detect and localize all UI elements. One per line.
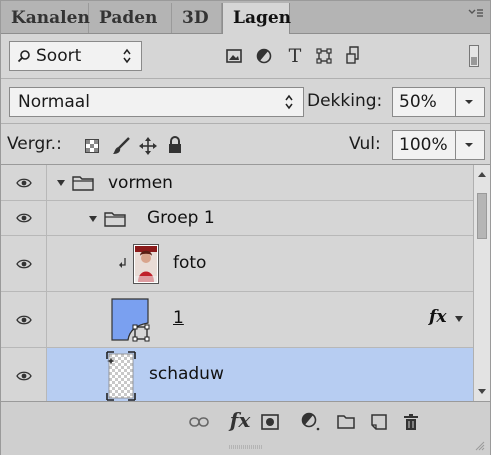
layer-row-1[interactable]: 1 fx: [1, 292, 473, 348]
link-layers-icon[interactable]: [187, 412, 211, 432]
layer-list-scrollbar[interactable]: [473, 165, 490, 401]
opacity-field[interactable]: 50%: [392, 87, 485, 117]
fill-field[interactable]: 100%: [392, 130, 485, 160]
folder-icon: [71, 174, 95, 192]
updown-arrows-icon: [282, 93, 296, 111]
opacity-dropdown-icon[interactable]: [460, 96, 478, 108]
scroll-up-icon[interactable]: [477, 169, 487, 179]
lock-position-move-icon[interactable]: [138, 136, 158, 156]
lock-pixels-brush-icon[interactable]: [111, 136, 131, 156]
new-layer-icon[interactable]: [368, 412, 390, 432]
tab-kanalen[interactable]: Kanalen: [1, 3, 90, 33]
blend-mode-select[interactable]: Normaal: [9, 87, 304, 117]
fill-value: 100%: [399, 135, 448, 155]
visibility-eye-icon[interactable]: [1, 348, 47, 401]
layer-row-schaduw[interactable]: schaduw: [1, 348, 473, 401]
layer-name: Groep 1: [147, 208, 215, 228]
layers-footer-toolbar: fx: [1, 401, 490, 455]
search-icon: [16, 48, 32, 64]
opacity-value: 50%: [399, 92, 437, 112]
opacity-label: Dekking:: [307, 91, 383, 111]
visibility-eye-icon[interactable]: [1, 165, 47, 200]
fill-dropdown-icon[interactable]: [460, 139, 478, 151]
type-filter-icon[interactable]: T: [284, 45, 306, 67]
layer-row-foto[interactable]: foto: [1, 236, 473, 292]
new-adjustment-layer-icon[interactable]: [299, 411, 323, 433]
photo-thumbnail: [132, 243, 160, 285]
add-layer-style-fx-icon[interactable]: fx: [227, 406, 253, 434]
shadow-shape-thumbnail: [105, 351, 137, 401]
layer-name: 1: [173, 308, 184, 328]
tab-3d[interactable]: 3D: [172, 3, 222, 33]
panel-resize-handle[interactable]: [227, 444, 265, 450]
layer-row-groep-1[interactable]: Groep 1: [1, 201, 473, 236]
blend-mode-value: Normaal: [18, 92, 90, 112]
fill-label: Vul:: [349, 134, 381, 154]
tab-lagen[interactable]: Lagen: [222, 3, 291, 34]
layer-list: vormen Groep 1 foto 1 fx schaduw: [1, 165, 473, 401]
scrollbar-thumb[interactable]: [477, 193, 487, 239]
filter-kind-label: Soort: [36, 46, 82, 66]
image-filter-icon[interactable]: [224, 46, 244, 66]
panel-tab-bar: Kanalen Paden 3D Lagen: [1, 1, 490, 34]
expand-triangle-icon[interactable]: [55, 177, 67, 189]
lock-label: Vergr.:: [7, 134, 62, 154]
fx-expand-icon[interactable]: [453, 314, 465, 324]
clipping-arrow-icon: [118, 256, 128, 272]
layer-name: schaduw: [149, 364, 224, 384]
scroll-down-icon[interactable]: [477, 386, 487, 396]
delete-layer-trash-icon[interactable]: [400, 411, 422, 433]
filter-kind-select[interactable]: Soort: [9, 41, 142, 71]
shape-filter-icon[interactable]: [314, 46, 334, 66]
layer-row-vormen[interactable]: vormen: [1, 165, 473, 201]
lock-transparency-icon[interactable]: [83, 137, 101, 155]
shape-thumbnail: [109, 296, 153, 342]
add-mask-icon[interactable]: [259, 412, 281, 432]
adjustment-filter-icon[interactable]: [254, 46, 274, 66]
filter-toggle-switch[interactable]: [467, 44, 481, 68]
layers-panel: Kanalen Paden 3D Lagen Soort T Normaal D…: [0, 0, 491, 455]
fx-badge[interactable]: fx: [429, 307, 446, 327]
new-group-folder-icon[interactable]: [335, 412, 357, 432]
panel-menu-icon[interactable]: [468, 7, 484, 21]
resize-grip-icon[interactable]: [474, 440, 486, 452]
smart-object-filter-icon[interactable]: [344, 45, 364, 65]
layer-name: foto: [173, 253, 207, 273]
tab-paden[interactable]: Paden: [89, 3, 172, 33]
folder-icon: [103, 210, 127, 228]
expand-triangle-icon[interactable]: [87, 213, 99, 225]
visibility-eye-icon[interactable]: [1, 236, 47, 291]
updown-arrows-icon: [120, 47, 134, 65]
lock-all-icon[interactable]: [165, 135, 185, 155]
visibility-eye-icon[interactable]: [1, 201, 47, 235]
layer-name: vormen: [108, 173, 173, 193]
visibility-eye-icon[interactable]: [1, 292, 47, 347]
